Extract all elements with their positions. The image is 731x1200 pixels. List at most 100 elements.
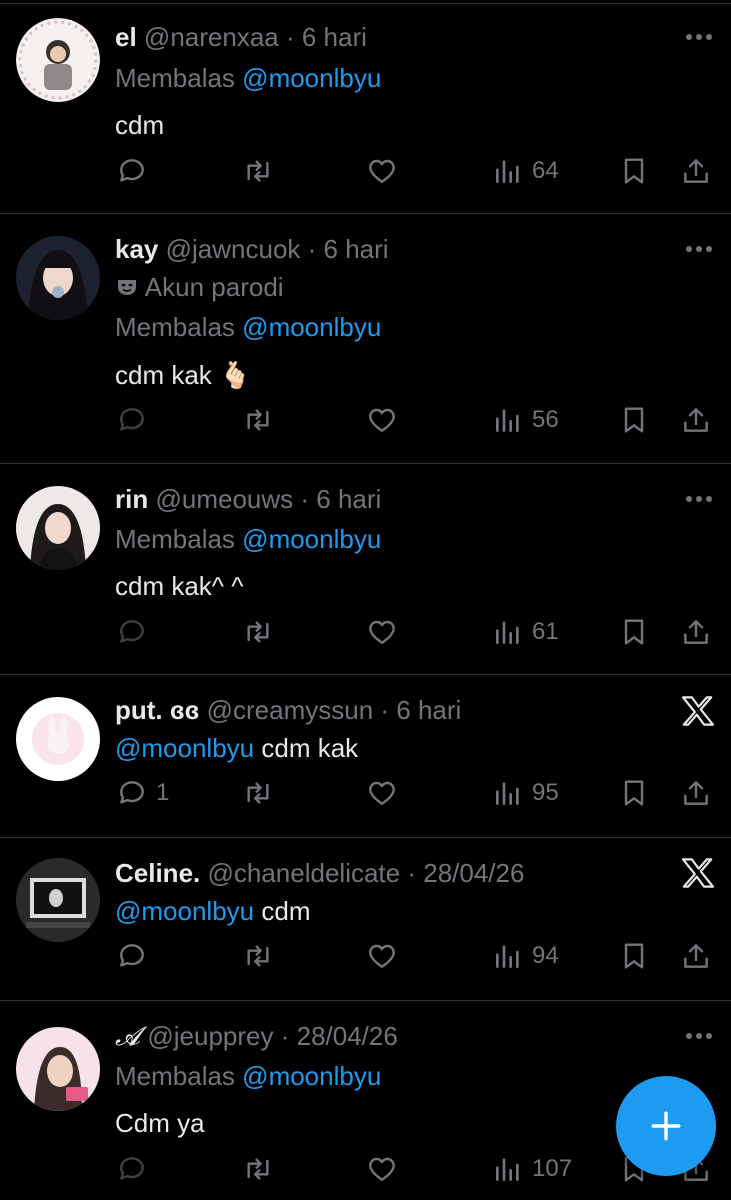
views-button[interactable]: 107	[492, 1153, 572, 1185]
like-button[interactable]	[366, 155, 398, 187]
action-bar: 56	[0, 404, 731, 444]
reply-button[interactable]	[116, 940, 148, 972]
avatar[interactable]	[16, 486, 100, 570]
reply-button[interactable]	[116, 616, 148, 648]
views-button[interactable]: 64	[492, 155, 559, 187]
views-button[interactable]: 95	[492, 777, 559, 809]
display-name[interactable]: rin	[115, 484, 148, 514]
reply-button[interactable]: 1	[116, 777, 169, 809]
avatar[interactable]	[16, 1027, 100, 1111]
views-bar-icon	[496, 945, 519, 968]
tweet-text: cdm kak 🫰🏻	[115, 360, 252, 390]
heart-icon	[369, 159, 395, 183]
reply-bubble-icon	[120, 944, 144, 967]
reply-button[interactable]	[116, 155, 148, 187]
x-logo-icon[interactable]	[681, 696, 715, 726]
retweet-button[interactable]	[242, 616, 274, 648]
retweet-button[interactable]	[242, 940, 274, 972]
timestamp[interactable]: · 6 hari	[300, 484, 381, 514]
reply-mention-link[interactable]: @moonlbyu	[242, 63, 381, 93]
more-icon[interactable]	[685, 245, 713, 253]
views-button[interactable]: 56	[492, 404, 559, 436]
views-bar-icon	[496, 1158, 519, 1181]
bookmark-button[interactable]	[618, 940, 650, 972]
retweet-button[interactable]	[242, 1153, 274, 1185]
views-bar-icon	[496, 782, 519, 805]
like-button[interactable]	[366, 616, 398, 648]
like-button[interactable]	[366, 777, 398, 809]
bookmark-button[interactable]	[618, 155, 650, 187]
display-name[interactable]: kay	[115, 234, 158, 264]
tweet-text: cdm kak	[261, 733, 359, 763]
timestamp[interactable]: · 28/04/26	[407, 858, 524, 888]
share-button[interactable]	[680, 940, 712, 972]
display-name[interactable]: put. ɞɞ	[115, 695, 199, 725]
reply-mention-link[interactable]: @moonlbyu	[242, 1061, 381, 1091]
share-button[interactable]	[680, 155, 712, 187]
timestamp[interactable]: · 6 hari	[308, 234, 389, 264]
retweet-button[interactable]	[242, 777, 274, 809]
avatar[interactable]	[16, 18, 100, 102]
reply-bubble-icon	[120, 408, 144, 431]
reply-prefix: Membalas	[115, 312, 235, 342]
display-name[interactable]: 𝓐	[115, 1022, 140, 1052]
retweet-icon	[247, 945, 269, 967]
reply-bubble-icon	[120, 781, 144, 804]
divider	[0, 837, 731, 838]
handle[interactable]: @narenxaa	[144, 22, 279, 52]
timestamp[interactable]: · 6 hari	[286, 22, 367, 52]
compose-button[interactable]	[616, 1076, 716, 1176]
retweet-button[interactable]	[242, 404, 274, 436]
avatar[interactable]	[16, 236, 100, 320]
timestamp[interactable]: · 6 hari	[380, 695, 461, 725]
views-count: 56	[532, 406, 559, 433]
divider	[0, 1000, 731, 1001]
reply-mention-link[interactable]: @moonlbyu	[242, 524, 381, 554]
handle[interactable]: @jeupprey	[147, 1021, 273, 1051]
share-button[interactable]	[680, 404, 712, 436]
handle[interactable]: @jawncuok	[166, 234, 301, 264]
bookmark-button[interactable]	[618, 777, 650, 809]
tweet-text: cdm	[115, 110, 165, 140]
bookmark-button[interactable]	[618, 404, 650, 436]
bookmark-button[interactable]	[618, 616, 650, 648]
more-icon[interactable]	[685, 33, 713, 41]
bookmark-icon	[624, 407, 644, 433]
action-bar: 64	[0, 155, 731, 195]
views-button[interactable]: 61	[492, 616, 559, 648]
mention-link[interactable]: @moonlbyu	[115, 896, 254, 926]
tweet-text: cdm	[261, 896, 311, 926]
display-name[interactable]: Celine.	[115, 858, 200, 888]
reply-button[interactable]	[116, 1153, 148, 1185]
divider	[0, 3, 731, 4]
x-logo-icon[interactable]	[681, 858, 715, 888]
more-icon[interactable]	[685, 1032, 713, 1040]
reply-button[interactable]	[116, 404, 148, 436]
bookmark-icon	[624, 943, 644, 969]
like-button[interactable]	[366, 940, 398, 972]
retweet-button[interactable]	[242, 155, 274, 187]
timestamp[interactable]: · 28/04/26	[281, 1021, 398, 1051]
like-button[interactable]	[366, 404, 398, 436]
handle[interactable]: @umeouws	[155, 484, 293, 514]
reply-mention-link[interactable]: @moonlbyu	[242, 312, 381, 342]
reply-context: Membalas @moonlbyu	[115, 1061, 381, 1091]
share-button[interactable]	[680, 777, 712, 809]
views-count: 95	[532, 779, 559, 806]
heart-icon	[369, 944, 395, 968]
mention-link[interactable]: @moonlbyu	[115, 733, 254, 763]
like-button[interactable]	[366, 1153, 398, 1185]
views-button[interactable]: 94	[492, 940, 559, 972]
divider	[0, 674, 731, 675]
avatar[interactable]	[16, 697, 100, 781]
action-bar: 1 95	[0, 777, 731, 817]
share-button[interactable]	[680, 616, 712, 648]
handle[interactable]: @chaneldelicate	[207, 858, 400, 888]
reply-bubble-icon	[120, 159, 144, 182]
more-icon[interactable]	[685, 495, 713, 503]
display-name[interactable]: el	[115, 22, 137, 52]
share-icon	[684, 781, 708, 805]
retweet-icon	[247, 1158, 269, 1180]
avatar[interactable]	[16, 858, 100, 942]
handle[interactable]: @creamyssun	[207, 695, 374, 725]
